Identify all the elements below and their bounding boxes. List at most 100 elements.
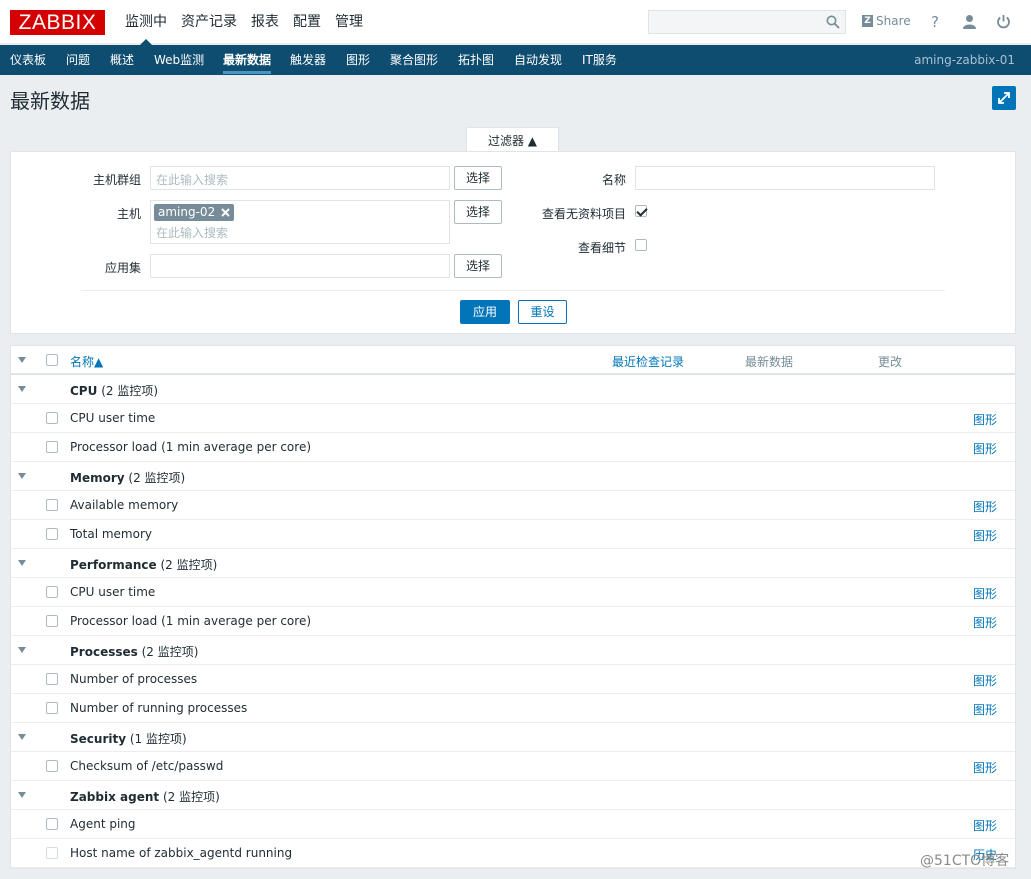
row-checkbox[interactable] (46, 702, 58, 714)
subnav-triggers[interactable]: 触发器 (290, 45, 326, 75)
group-label: Memory (2 监控项) (70, 469, 185, 486)
host-multiselect[interactable]: aming-02 在此输入搜索 (150, 200, 450, 244)
row-checkbox[interactable] (46, 586, 58, 598)
graph-link[interactable]: 图形 (973, 411, 997, 428)
menu-inventory[interactable]: 资产记录 (174, 0, 244, 44)
menu-administration[interactable]: 管理 (328, 0, 370, 44)
collapse-group-icon[interactable] (18, 734, 26, 740)
item-name: Number of processes (70, 672, 198, 686)
subnav-discovery[interactable]: 自动发现 (514, 45, 562, 75)
collapse-group-icon[interactable] (18, 792, 26, 798)
reset-button[interactable]: 重设 (518, 300, 567, 324)
sign-out-icon[interactable] (996, 14, 1011, 29)
table-header: 名称▲ 最近检查记录 最新数据 更改 (11, 346, 1015, 375)
show-details-checkbox[interactable] (635, 239, 647, 251)
host-tag-label: aming-02 (158, 205, 216, 219)
menu-monitoring[interactable]: 监测中 (118, 0, 174, 45)
host-group-select-button[interactable]: 选择 (454, 166, 502, 190)
application-select-button[interactable]: 选择 (454, 254, 502, 278)
search-icon[interactable] (826, 15, 840, 29)
subnav-graphs[interactable]: 图形 (346, 45, 370, 75)
remove-tag-icon[interactable] (221, 208, 230, 217)
row-checkbox[interactable] (46, 441, 58, 453)
item-name: Available memory (70, 498, 179, 512)
row-checkbox[interactable] (46, 412, 58, 424)
row-checkbox[interactable] (46, 818, 58, 830)
apply-button[interactable]: 应用 (460, 300, 510, 324)
group-row[interactable]: Memory (2 监控项) (11, 462, 1015, 491)
row-checkbox[interactable] (46, 760, 58, 772)
host-select-button[interactable]: 选择 (454, 200, 502, 224)
group-count: (2 监控项) (128, 471, 186, 485)
application-input[interactable] (150, 254, 450, 278)
row-checkbox[interactable] (46, 528, 58, 540)
group-row[interactable]: Performance (2 监控项) (11, 549, 1015, 578)
show-no-data-checkbox[interactable] (635, 205, 647, 217)
graph-link[interactable]: 图形 (973, 498, 997, 515)
row-checkbox[interactable] (46, 847, 58, 859)
table-row: CPU user time 图形 (11, 578, 1015, 607)
row-checkbox[interactable] (46, 673, 58, 685)
name-input[interactable] (635, 166, 935, 190)
collapse-all-icon[interactable] (18, 357, 26, 363)
filter-divider (81, 290, 945, 291)
subnav-it-services[interactable]: IT服务 (582, 45, 617, 75)
subnav-problems[interactable]: 问题 (66, 45, 90, 75)
host-search-placeholder[interactable]: 在此输入搜索 (156, 224, 228, 241)
collapse-group-icon[interactable] (18, 647, 26, 653)
group-row[interactable]: Security (1 监控项) (11, 723, 1015, 752)
zabbix-logo[interactable]: ZABBIX (10, 10, 105, 35)
subnav-dashboard[interactable]: 仪表板 (10, 45, 46, 75)
group-name: Zabbix agent (70, 790, 160, 804)
item-name: Total memory (70, 527, 152, 541)
host-group-input[interactable]: 在此输入搜索 (150, 166, 450, 190)
graph-link[interactable]: 图形 (973, 701, 997, 718)
collapse-group-icon[interactable] (18, 560, 26, 566)
graph-link[interactable]: 图形 (973, 759, 997, 776)
share-label: Share (876, 14, 911, 28)
help-icon[interactable]: ? (931, 13, 939, 31)
subnav-maps[interactable]: 拓扑图 (458, 45, 494, 75)
item-name: Processor load (1 min average per core) (70, 614, 312, 628)
graph-link[interactable]: 图形 (973, 672, 997, 689)
item-name: Agent ping (70, 817, 136, 831)
row-checkbox[interactable] (46, 615, 58, 627)
group-row[interactable]: Zabbix agent (2 监控项) (11, 781, 1015, 810)
group-label: Security (1 监控项) (70, 730, 187, 747)
item-name: Processor load (1 min average per core) (70, 440, 312, 454)
group-row[interactable]: Processes (2 监控项) (11, 636, 1015, 665)
col-last-check-header[interactable]: 最近检查记录 (612, 353, 684, 370)
graph-link[interactable]: 图形 (973, 440, 997, 457)
fullscreen-button[interactable] (992, 86, 1016, 110)
collapse-group-icon[interactable] (18, 386, 26, 392)
subnav-overview[interactable]: 概述 (110, 45, 134, 75)
col-last-value-header: 最新数据 (745, 355, 794, 369)
name-label: 名称 (601, 173, 626, 187)
filter-panel: 主机群组 在此输入搜索 选择 主机 aming-02 在此输入搜索 选择 应用集… (10, 151, 1016, 334)
group-label: CPU (2 监控项) (70, 382, 158, 399)
top-header: ZABBIX 监测中 资产记录 报表 配置 管理 Z Share ? (0, 0, 1031, 45)
col-name-header[interactable]: 名称▲ (70, 353, 103, 370)
table-row: Number of processes 图形 (11, 665, 1015, 694)
user-profile-icon[interactable] (962, 14, 977, 29)
filter-tab[interactable]: 过滤器 ▲ (466, 127, 559, 152)
graph-link[interactable]: 图形 (973, 817, 997, 834)
subnav-latest-data[interactable]: 最新数据 (223, 45, 272, 75)
search-input[interactable] (648, 10, 846, 34)
select-all-checkbox[interactable] (46, 354, 58, 366)
table-row: Agent ping 图形 (11, 810, 1015, 839)
graph-link[interactable]: 图形 (973, 527, 997, 544)
subnav-web[interactable]: Web监测 (154, 45, 204, 75)
menu-configuration[interactable]: 配置 (286, 0, 328, 44)
row-checkbox[interactable] (46, 499, 58, 511)
share-button[interactable]: Z Share (862, 14, 911, 28)
subnav-screens[interactable]: 聚合图形 (390, 45, 438, 75)
group-count: (1 监控项) (129, 732, 187, 746)
graph-link[interactable]: 图形 (973, 585, 997, 602)
host-group-label: 主机群组 (92, 173, 141, 187)
group-row[interactable]: CPU (2 监控项) (11, 375, 1015, 404)
group-name: Performance (70, 558, 157, 572)
collapse-group-icon[interactable] (18, 473, 26, 479)
menu-reports[interactable]: 报表 (244, 0, 286, 44)
graph-link[interactable]: 图形 (973, 614, 997, 631)
